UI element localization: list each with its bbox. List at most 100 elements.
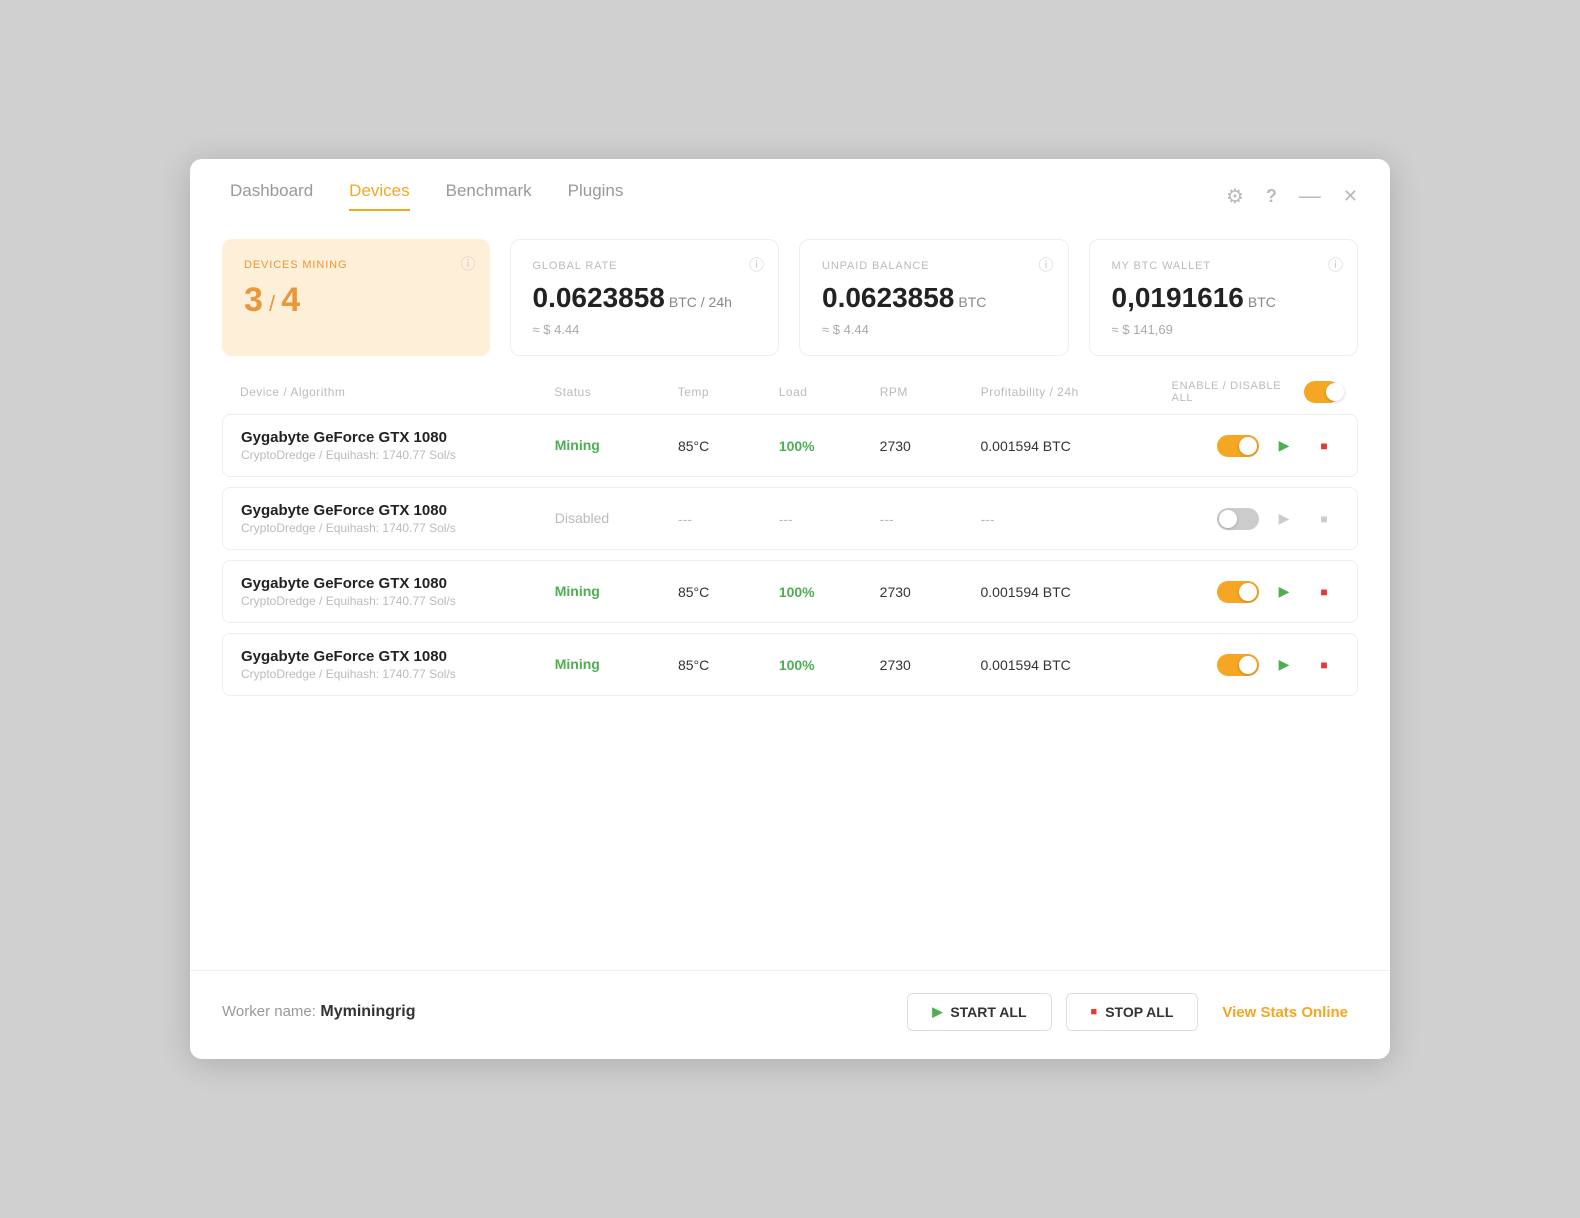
stat-card-unpaid-balance: ⓘ UNPAID BALANCE 0.0623858BTC ≈ $ 4.44 bbox=[799, 239, 1069, 356]
footer: Worker name: Myminingrig ▶ START ALL ■ S… bbox=[190, 970, 1390, 1059]
play-button-2[interactable]: ▶ bbox=[1269, 577, 1299, 607]
help-icon[interactable]: ? bbox=[1266, 186, 1277, 207]
device-profit-1: --- bbox=[981, 511, 1171, 527]
stat-card-global-rate: ⓘ GLOBAL RATE 0.0623858BTC / 24h ≈ $ 4.4… bbox=[510, 239, 780, 356]
col-header-rpm: RPM bbox=[880, 385, 981, 399]
device-temp-3: 85°C bbox=[678, 657, 779, 673]
table-row: Gygabyte GeForce GTX 1080 CryptoDredge /… bbox=[222, 487, 1358, 550]
device-load-3: 100% bbox=[779, 657, 880, 673]
info-icon-devices[interactable]: ⓘ bbox=[460, 253, 475, 274]
devices-table: Device / Algorithm Status Temp Load RPM … bbox=[190, 376, 1390, 960]
unpaid-balance-label: UNPAID BALANCE bbox=[822, 260, 1046, 272]
toggle-device-2[interactable] bbox=[1217, 581, 1259, 603]
toggle-all[interactable] bbox=[1304, 381, 1340, 403]
toggle-device-3[interactable] bbox=[1217, 654, 1259, 676]
toggle-device-1[interactable] bbox=[1217, 508, 1259, 530]
toggle-device-0[interactable] bbox=[1217, 435, 1259, 457]
device-algo-0: CryptoDredge / Equihash: 1740.77 Sol/s bbox=[241, 448, 555, 462]
table-header: Device / Algorithm Status Temp Load RPM … bbox=[222, 376, 1358, 408]
stop-button-2[interactable]: ■ bbox=[1309, 577, 1339, 607]
view-stats-button[interactable]: View Stats Online bbox=[1212, 1004, 1358, 1021]
footer-buttons: ▶ START ALL ■ STOP ALL View Stats Online bbox=[907, 993, 1358, 1031]
col-header-device: Device / Algorithm bbox=[240, 385, 554, 399]
device-algo-1: CryptoDredge / Equihash: 1740.77 Sol/s bbox=[241, 521, 555, 535]
start-all-button[interactable]: ▶ START ALL bbox=[907, 993, 1051, 1031]
table-row: Gygabyte GeForce GTX 1080 CryptoDredge /… bbox=[222, 414, 1358, 477]
device-controls-1: ▶ ■ bbox=[1171, 504, 1339, 534]
device-profit-0: 0.001594 BTC bbox=[981, 438, 1171, 454]
col-header-load: Load bbox=[779, 385, 880, 399]
table-row: Gygabyte GeForce GTX 1080 CryptoDredge /… bbox=[222, 560, 1358, 623]
device-profit-2: 0.001594 BTC bbox=[981, 584, 1171, 600]
col-header-status: Status bbox=[554, 385, 677, 399]
device-rpm-2: 2730 bbox=[880, 584, 981, 600]
minimize-icon[interactable]: — bbox=[1299, 183, 1321, 209]
unpaid-balance-sub: ≈ $ 4.44 bbox=[822, 322, 1046, 337]
btc-wallet-value: 0,0191616BTC bbox=[1112, 282, 1336, 314]
enable-disable-all-label: ENABLE / DISABLE ALL bbox=[1172, 380, 1287, 404]
stats-row: ⓘ DEVICES MINING 3 / 4 ⓘ GLOBAL RATE 0.0… bbox=[190, 211, 1390, 376]
info-icon-wallet[interactable]: ⓘ bbox=[1328, 254, 1343, 275]
device-name-2: Gygabyte GeForce GTX 1080 bbox=[241, 575, 555, 592]
device-temp-0: 85°C bbox=[678, 438, 779, 454]
global-rate-value: 0.0623858BTC / 24h bbox=[533, 282, 757, 314]
col-header-profit: Profitability / 24h bbox=[981, 385, 1172, 399]
devices-mining-label: DEVICES MINING bbox=[244, 259, 468, 271]
stop-all-label: STOP ALL bbox=[1105, 1004, 1173, 1020]
device-info-0: Gygabyte GeForce GTX 1080 CryptoDredge /… bbox=[241, 429, 555, 462]
device-controls-2: ▶ ■ bbox=[1171, 577, 1339, 607]
device-profit-3: 0.001594 BTC bbox=[981, 657, 1171, 673]
device-load-2: 100% bbox=[779, 584, 880, 600]
start-all-play-icon: ▶ bbox=[932, 1004, 942, 1020]
stop-button-1[interactable]: ■ bbox=[1309, 504, 1339, 534]
stat-card-btc-wallet: ⓘ MY BTC WALLET 0,0191616BTC ≈ $ 141,69 bbox=[1089, 239, 1359, 356]
device-name-0: Gygabyte GeForce GTX 1080 bbox=[241, 429, 555, 446]
play-button-0[interactable]: ▶ bbox=[1269, 431, 1299, 461]
play-button-3[interactable]: ▶ bbox=[1269, 650, 1299, 680]
device-algo-2: CryptoDredge / Equihash: 1740.77 Sol/s bbox=[241, 594, 555, 608]
title-bar: Dashboard Devices Benchmark Plugins ⚙ ? … bbox=[190, 159, 1390, 211]
device-controls-0: ▶ ■ bbox=[1171, 431, 1339, 461]
table-row: Gygabyte GeForce GTX 1080 CryptoDredge /… bbox=[222, 633, 1358, 696]
col-header-temp: Temp bbox=[678, 385, 779, 399]
worker-name: Myminingrig bbox=[320, 1003, 415, 1020]
nav-tabs: Dashboard Devices Benchmark Plugins bbox=[230, 181, 623, 211]
stop-button-3[interactable]: ■ bbox=[1309, 650, 1339, 680]
play-button-1[interactable]: ▶ bbox=[1269, 504, 1299, 534]
device-temp-1: --- bbox=[678, 511, 779, 527]
worker-info: Worker name: Myminingrig bbox=[222, 1003, 415, 1021]
device-status-3: Mining bbox=[555, 656, 678, 674]
device-algo-3: CryptoDredge / Equihash: 1740.77 Sol/s bbox=[241, 667, 555, 681]
start-all-label: START ALL bbox=[950, 1004, 1026, 1020]
device-status-1: Disabled bbox=[555, 510, 678, 528]
tab-plugins[interactable]: Plugins bbox=[568, 181, 624, 211]
tab-benchmark[interactable]: Benchmark bbox=[446, 181, 532, 211]
unpaid-balance-value: 0.0623858BTC bbox=[822, 282, 1046, 314]
device-temp-2: 85°C bbox=[678, 584, 779, 600]
device-info-3: Gygabyte GeForce GTX 1080 CryptoDredge /… bbox=[241, 648, 555, 681]
worker-prefix: Worker name: bbox=[222, 1003, 316, 1020]
window-controls: ⚙ ? — ✕ bbox=[1226, 183, 1358, 209]
device-info-2: Gygabyte GeForce GTX 1080 CryptoDredge /… bbox=[241, 575, 555, 608]
stop-all-stop-icon: ■ bbox=[1091, 1006, 1098, 1018]
stop-all-button[interactable]: ■ STOP ALL bbox=[1066, 993, 1199, 1031]
device-rpm-1: --- bbox=[880, 511, 981, 527]
device-rpm-3: 2730 bbox=[880, 657, 981, 673]
tab-dashboard[interactable]: Dashboard bbox=[230, 181, 313, 211]
device-rpm-0: 2730 bbox=[880, 438, 981, 454]
close-icon[interactable]: ✕ bbox=[1343, 186, 1358, 207]
device-load-0: 100% bbox=[779, 438, 880, 454]
tab-devices[interactable]: Devices bbox=[349, 181, 409, 211]
settings-icon[interactable]: ⚙ bbox=[1226, 184, 1244, 209]
stop-button-0[interactable]: ■ bbox=[1309, 431, 1339, 461]
device-name-3: Gygabyte GeForce GTX 1080 bbox=[241, 648, 555, 665]
info-icon-unpaid[interactable]: ⓘ bbox=[1038, 254, 1053, 275]
device-status-2: Mining bbox=[555, 583, 678, 601]
global-rate-label: GLOBAL RATE bbox=[533, 260, 757, 272]
app-window: Dashboard Devices Benchmark Plugins ⚙ ? … bbox=[190, 159, 1390, 1059]
global-rate-sub: ≈ $ 4.44 bbox=[533, 322, 757, 337]
device-load-1: --- bbox=[779, 511, 880, 527]
device-controls-3: ▶ ■ bbox=[1171, 650, 1339, 680]
device-info-1: Gygabyte GeForce GTX 1080 CryptoDredge /… bbox=[241, 502, 555, 535]
info-icon-global-rate[interactable]: ⓘ bbox=[749, 254, 764, 275]
